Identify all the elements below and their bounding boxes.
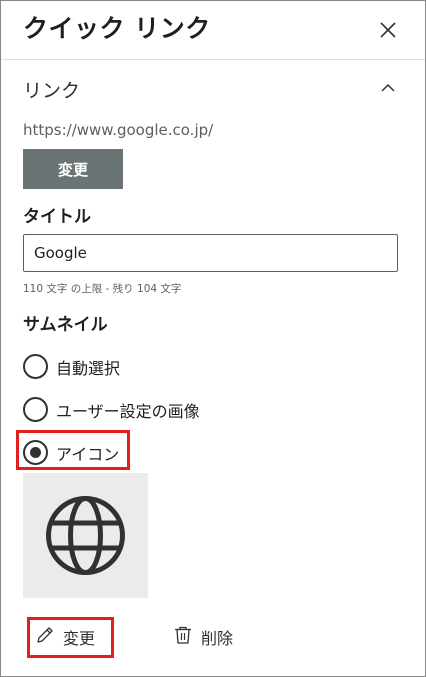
quick-link-panel: クイック リンク リンク https://www.google.co.jp/ 変… (0, 0, 426, 677)
char-limit-text: 110 文字 の上限 - 残り 104 文字 (23, 283, 182, 295)
radio-button[interactable] (23, 397, 48, 422)
edit-icon-button[interactable]: 変更 (35, 622, 111, 652)
globe-icon (46, 496, 125, 575)
change-link-button[interactable]: 変更 (23, 149, 123, 189)
trash-icon (175, 626, 191, 644)
edit-label: 変更 (63, 629, 96, 648)
chevron-up-icon (381, 83, 395, 92)
radio-label: アイコン (56, 445, 120, 464)
link-url: https://www.google.co.jp/ (23, 121, 214, 139)
panel-header: クイック リンク (1, 1, 425, 60)
title-input[interactable] (23, 234, 398, 272)
thumbnail-label: サムネイル (23, 315, 108, 335)
radio-button-selected[interactable] (23, 440, 48, 465)
close-icon (380, 22, 396, 38)
delete-button[interactable]: 削除 (173, 622, 253, 652)
delete-label: 削除 (201, 629, 234, 648)
collapse-button[interactable] (377, 77, 399, 99)
radio-button[interactable] (23, 354, 48, 379)
radio-selected-dot (30, 447, 41, 458)
radio-label: ユーザー設定の画像 (56, 402, 200, 421)
thumbnail-preview (23, 473, 148, 598)
radio-label: 自動選択 (56, 359, 121, 378)
close-button[interactable] (373, 15, 403, 45)
pencil-icon (37, 627, 53, 643)
panel-title: クイック リンク (23, 14, 211, 43)
title-field-label: タイトル (23, 207, 91, 227)
link-section-header[interactable]: リンク (23, 75, 403, 105)
link-section-title: リンク (23, 80, 81, 102)
